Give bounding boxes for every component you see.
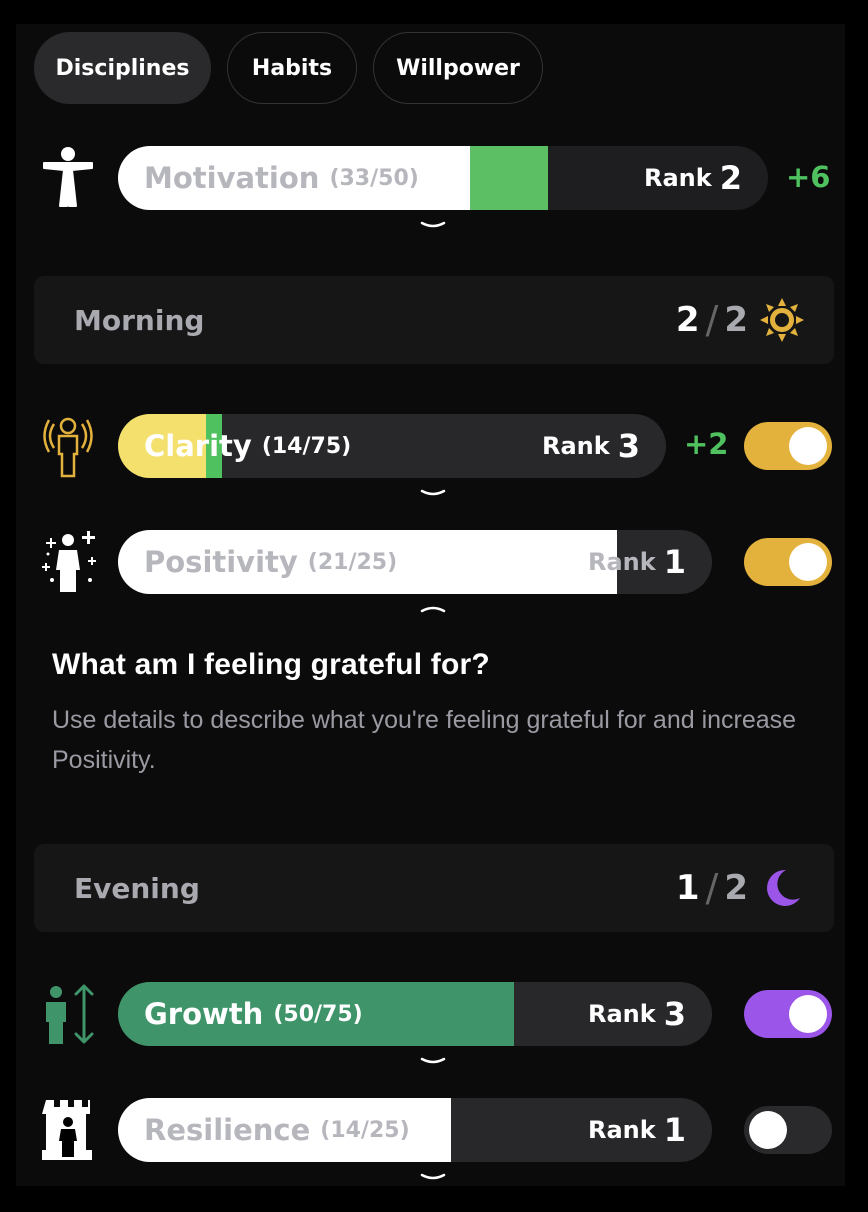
chevron-down-icon[interactable]: [420, 220, 446, 230]
chevron-down-icon[interactable]: [420, 1056, 446, 1066]
total-count: 2: [724, 868, 748, 908]
clarity-toggle[interactable]: [744, 422, 832, 470]
motivation-name: Motivation: [144, 161, 320, 195]
growth-rank: Rank 3: [588, 982, 686, 1046]
chevron-up-icon[interactable]: [420, 604, 446, 614]
positivity-bar[interactable]: Positivity (21/25) Rank 1: [118, 530, 712, 594]
growth-label: Growth (50/75): [144, 982, 363, 1046]
total-count: 2: [724, 300, 748, 340]
rank-number: 1: [663, 543, 686, 581]
completed-count: 2: [675, 300, 700, 340]
rank-number: 3: [617, 427, 640, 465]
chevron-down-icon[interactable]: [420, 488, 446, 498]
rank-number: 2: [719, 159, 742, 197]
clarity-delta: +2: [684, 427, 729, 461]
growth-name: Growth: [144, 997, 264, 1031]
section-progress: 1 / 2: [676, 844, 748, 932]
fraction-slash: /: [705, 866, 719, 910]
tab-disciplines[interactable]: Disciplines: [34, 32, 211, 104]
tower-figure-icon: [40, 1098, 96, 1162]
positivity-label: Positivity (21/25): [144, 530, 397, 594]
rank-label: Rank: [588, 1000, 656, 1028]
tab-habits[interactable]: Habits: [227, 32, 357, 104]
rank-label: Rank: [644, 164, 712, 192]
growth-count: (50/75): [273, 1001, 363, 1027]
section-title: Evening: [74, 871, 200, 905]
motivation-delta: +6: [786, 160, 831, 194]
rank-number: 3: [663, 995, 686, 1033]
moon-icon: [767, 869, 800, 906]
rank-label: Rank: [588, 548, 656, 576]
toggle-knob: [789, 427, 827, 465]
section-morning[interactable]: Morning 2 / 2: [34, 276, 834, 364]
rank-number: 1: [663, 1111, 686, 1149]
growing-figure-icon: [40, 982, 96, 1046]
clarity-name: Clarity: [144, 429, 252, 463]
radiating-figure-icon: [40, 414, 96, 478]
clarity-rank: Rank 3: [542, 414, 640, 478]
chevron-down-icon[interactable]: [420, 1172, 446, 1182]
resilience-bar[interactable]: Resilience (14/25) Rank 1: [118, 1098, 712, 1162]
toggle-knob: [789, 995, 827, 1033]
tab-willpower[interactable]: Willpower: [373, 32, 543, 104]
clarity-count: (14/75): [261, 433, 352, 459]
growth-bar[interactable]: Growth (50/75) Rank 3: [118, 982, 712, 1046]
rank-label: Rank: [588, 1116, 656, 1144]
resilience-toggle[interactable]: [744, 1106, 832, 1154]
disciplines-screen: Disciplines Habits Willpower Motivation …: [16, 24, 845, 1186]
resilience-rank: Rank 1: [588, 1098, 686, 1162]
resilience-name: Resilience: [144, 1113, 311, 1147]
positivity-toggle[interactable]: [744, 538, 832, 586]
fraction-slash: /: [705, 298, 719, 342]
sparkle-figure-icon: [40, 530, 96, 594]
resilience-label: Resilience (14/25): [144, 1098, 410, 1162]
positivity-rank: Rank 1: [588, 530, 686, 594]
section-evening[interactable]: Evening 1 / 2: [34, 844, 834, 932]
sun-icon: [760, 298, 804, 342]
resilience-count: (14/25): [320, 1117, 410, 1143]
prompt-title: What am I feeling grateful for?: [52, 648, 490, 681]
motivation-bar[interactable]: Motivation (33/50) Rank 2: [118, 146, 768, 210]
section-progress: 2 / 2: [676, 276, 748, 364]
motivation-rank: Rank 2: [644, 146, 742, 210]
positivity-count: (21/25): [307, 549, 398, 575]
motivation-count: (33/50): [329, 165, 419, 191]
clarity-label: Clarity (14/75): [144, 414, 351, 478]
clarity-bar[interactable]: Clarity (14/75) Rank 3: [118, 414, 666, 478]
person-arms-out-icon: [40, 146, 96, 210]
toggle-knob: [789, 543, 827, 581]
completed-count: 1: [675, 868, 700, 908]
prompt-description: Use details to describe what you're feel…: [52, 706, 797, 774]
section-title: Morning: [74, 303, 205, 337]
growth-toggle[interactable]: [744, 990, 832, 1038]
positivity-name: Positivity: [144, 545, 298, 579]
toggle-knob: [749, 1111, 787, 1149]
motivation-label: Motivation (33/50): [144, 146, 419, 210]
rank-label: Rank: [542, 432, 610, 460]
